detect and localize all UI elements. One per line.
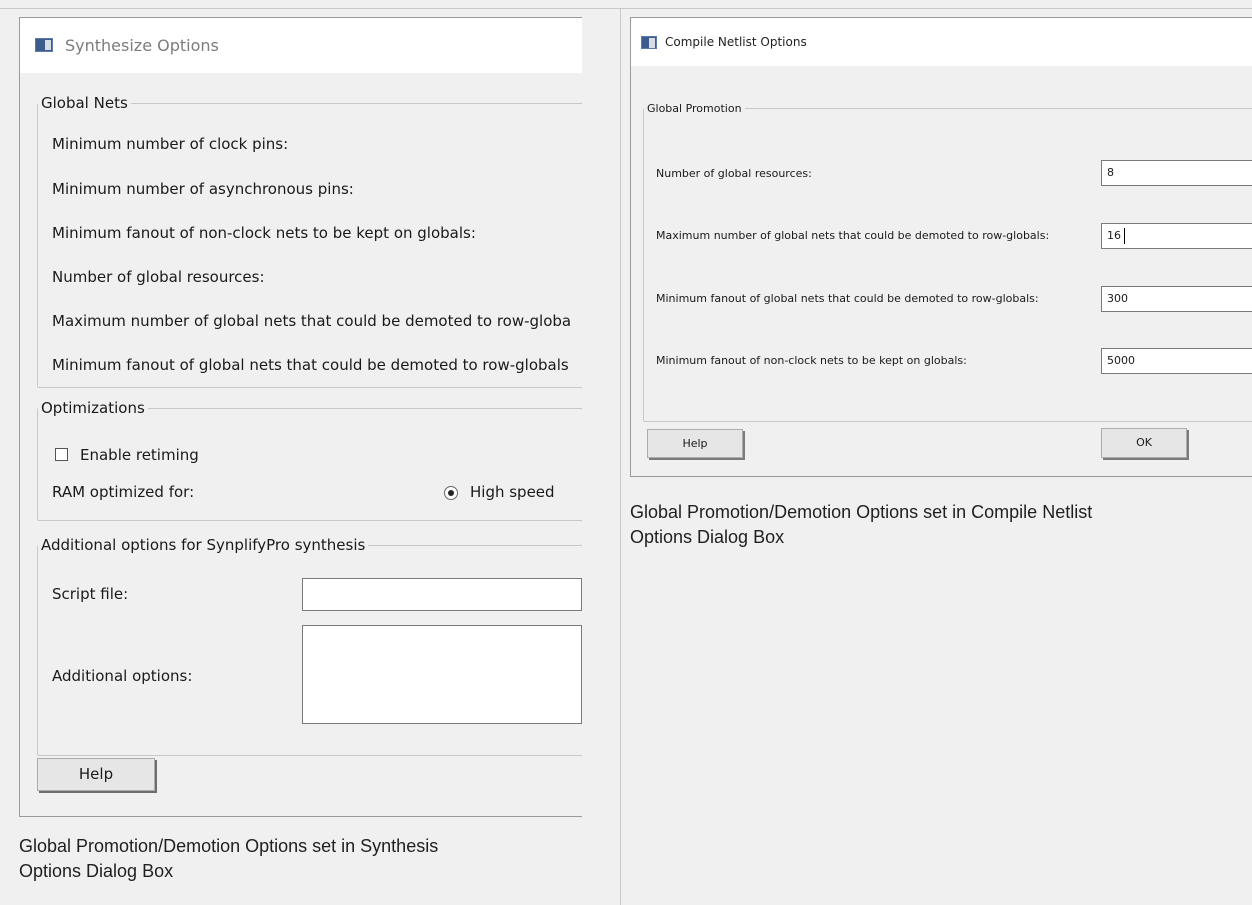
frame-top-border [0,8,1252,9]
compile-titlebar: Compile Netlist Options [631,18,1252,66]
additional-options-label: Additional options: [52,667,193,685]
min-clock-pins-label: Minimum number of clock pins: [52,135,289,153]
global-promotion-group: Global Promotion [643,102,1252,422]
min-fanout-global-demoted-input[interactable]: 300 [1101,286,1252,312]
text-caret [1124,228,1125,244]
synthesize-caption-line1: Global Promotion/Demotion Options set in… [19,836,439,856]
high-speed-label: High speed [470,483,555,501]
enable-retiming-label: Enable retiming [80,446,199,464]
min-async-pins-label: Minimum number of asynchronous pins: [52,180,354,198]
app-window-icon [35,38,53,52]
synthesize-titlebar: Synthesize Options [20,18,582,73]
global-promotion-legend: Global Promotion [647,102,742,115]
enable-retiming-checkbox[interactable] [55,448,68,461]
num-global-resources-label: Number of global resources: [656,167,812,180]
min-fanout-nonclock-input[interactable]: 5000 [1101,348,1252,374]
additional-options-legend: Additional options for SynplifyPro synth… [41,536,366,554]
global-nets-legend: Global Nets [41,94,128,112]
synthesize-title: Synthesize Options [65,36,219,55]
app-window-icon [641,36,657,49]
additional-options-textarea[interactable] [302,625,582,724]
high-speed-radio[interactable] [444,486,458,500]
min-fanout-global-demoted-label: Minimum fanout of global nets that could… [656,292,1039,305]
compile-netlist-options-dialog: Compile Netlist Options Global Promotion… [630,17,1252,477]
optimizations-legend: Optimizations [41,399,145,417]
min-fanout-global-demoted-label: Minimum fanout of global nets that could… [52,356,569,374]
ok-button[interactable]: OK [1101,428,1187,458]
min-fanout-nonclock-label: Minimum fanout of non-clock nets to be k… [52,224,476,242]
compile-caption: Global Promotion/Demotion Options set in… [630,500,1092,550]
script-file-label: Script file: [52,585,129,603]
ram-optimized-label: RAM optimized for: [52,483,195,501]
num-global-resources-input[interactable]: 8 [1101,160,1252,186]
script-file-input[interactable] [302,578,582,611]
column-divider [620,8,621,905]
compile-caption-line2: Options Dialog Box [630,527,785,547]
help-button[interactable]: Help [647,429,743,458]
num-global-resources-label: Number of global resources: [52,268,265,286]
synthesize-caption: Global Promotion/Demotion Options set in… [19,834,438,884]
compile-caption-line1: Global Promotion/Demotion Options set in… [630,502,1093,522]
synthesize-options-dialog: Synthesize Options Global Nets Minimum n… [19,17,582,817]
max-global-nets-demoted-label: Maximum number of global nets that could… [52,312,572,330]
compile-title: Compile Netlist Options [665,35,807,49]
help-button[interactable]: Help [37,758,155,791]
max-global-nets-demoted-input[interactable]: 16 [1101,223,1252,249]
max-global-nets-demoted-label: Maximum number of global nets that could… [656,229,1050,242]
min-fanout-nonclock-label: Minimum fanout of non-clock nets to be k… [656,354,967,367]
synthesize-caption-line2: Options Dialog Box [19,861,174,881]
